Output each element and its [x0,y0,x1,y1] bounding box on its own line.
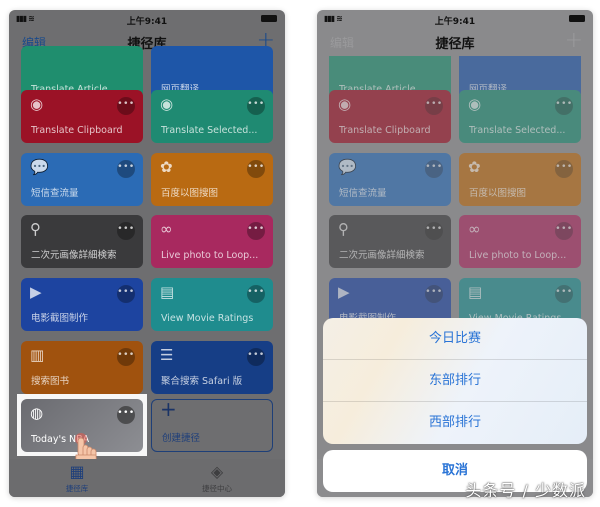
shortcut-label: 聚合搜索 Safari 版 [161,376,243,387]
gear-icon: ✿ [160,158,173,176]
tab-gallery[interactable]: ◈ 捷径中心 [177,463,257,494]
shortcut-label: Translate Selected... [469,125,566,136]
book-icon: ▥ [30,346,45,364]
shortcut-label: 短信查流量 [339,188,387,199]
status-bar: ▮▮▮ ≋ 上午9:41 [317,10,593,28]
tab-bar: ▦ 捷径库 ◈ 捷径中心 [9,459,285,497]
basketball-icon: ◍ [30,404,44,422]
more-button[interactable]: ••• [425,285,443,303]
shortcut-card[interactable]: 💬 ••• 短信查流量 [21,153,143,206]
add-shortcut-button: + [564,28,583,53]
more-button[interactable]: ••• [247,285,265,303]
film-icon: ▤ [468,283,483,301]
globe-icon: ◉ [338,95,352,113]
more-button[interactable]: ••• [117,348,135,366]
more-button[interactable]: ••• [117,285,135,303]
chat-bubble-icon: 💬 [338,158,357,176]
shortcut-label: Translate Clipboard [339,125,431,136]
more-button[interactable]: ••• [555,160,573,178]
tab-label: 捷径库 [65,484,89,493]
shortcut-label: Translate Clipboard [31,125,123,136]
status-bar: ▮▮▮ ≋ 上午9:41 [9,10,285,28]
infinity-icon: ∞ [160,220,173,238]
list-icon: ☰ [160,346,174,364]
shortcut-label: Translate Selected... [161,125,258,136]
magnifier-icon: ⚲ [338,220,349,238]
action-east-standings[interactable]: 东部排行 [323,360,587,402]
shortcut-card[interactable]: ◉ ••• Translate Clipboard [329,90,451,143]
status-time: 上午9:41 [434,17,476,27]
shortcut-label: 百度以图搜图 [469,188,527,199]
shortcut-label: 短信查流量 [31,188,79,199]
shortcut-card[interactable]: ∞ ••• Live photo to Loop... [151,215,273,268]
film-icon: ▤ [160,283,175,301]
shortcut-label: Live photo to Loop... [469,250,567,261]
shortcut-card[interactable]: ✿ ••• 百度以图搜图 [459,153,581,206]
play-icon: ▶ [338,283,350,301]
shortcut-card[interactable]: ⚲ ••• 二次元画像詳細検索 [329,215,451,268]
more-button[interactable]: ••• [555,222,573,240]
more-button[interactable]: ••• [247,160,265,178]
more-button[interactable]: ••• [117,406,135,424]
chat-bubble-icon: 💬 [30,158,49,176]
more-button[interactable]: ••• [117,97,135,115]
phone-screen-right: ▮▮▮ ≋ 上午9:41 编辑 捷径库 + Translate Article网… [317,10,593,497]
battery-icon [569,15,585,22]
status-time: 上午9:41 [126,17,168,27]
shortcut-label: Live photo to Loop... [161,250,259,261]
magnifier-icon: ⚲ [30,220,41,238]
more-button[interactable]: ••• [425,97,443,115]
create-shortcut-card[interactable]: + 创建捷径 [151,399,273,452]
more-button[interactable]: ••• [555,285,573,303]
shortcut-label: 电影截图制作 [31,313,89,324]
shortcut-card[interactable]: ✿ ••• 百度以图搜图 [151,153,273,206]
shortcut-card[interactable]: ▶ ••• 电影截图制作 [21,278,143,331]
nav-bar: 编辑 捷径库 + [317,28,593,56]
shortcut-label: View Movie Ratings [161,313,254,324]
shortcut-label: 二次元画像詳細検索 [339,250,425,261]
shortcut-card[interactable]: ⚲ ••• 二次元画像詳細検索 [21,215,143,268]
shortcut-card[interactable]: ◉ ••• Translate Clipboard [21,90,143,143]
create-shortcut-label: 创建捷径 [162,433,201,444]
action-todays-games[interactable]: 今日比赛 [323,318,587,360]
more-button[interactable]: ••• [247,222,265,240]
shortcut-card[interactable]: 💬 ••• 短信查流量 [329,153,451,206]
shortcut-card[interactable]: ∞ ••• Live photo to Loop... [459,215,581,268]
plus-icon: + [160,397,177,421]
globe-icon: ◉ [468,95,482,113]
globe-icon: ◉ [160,95,174,113]
tab-library[interactable]: ▦ 捷径库 [37,463,117,494]
shortcut-card[interactable]: ▤ ••• View Movie Ratings [151,278,273,331]
shortcut-card[interactable]: ◉ ••• Translate Selected... [151,90,273,143]
more-button[interactable]: ••• [117,160,135,178]
more-button[interactable]: ••• [555,97,573,115]
action-sheet: 今日比赛 东部排行 西部排行 [323,318,587,444]
more-button[interactable]: ••• [117,222,135,240]
shortcut-label: 百度以图搜图 [161,188,219,199]
globe-icon: ◉ [30,95,44,113]
battery-icon [261,15,277,22]
watermark: 头条号 / 少数派 [465,481,586,500]
phone-screen-left: ▮▮▮ ≋ 上午9:41 编辑 捷径库 + Translate Article网… [9,10,285,497]
tab-label: 捷径中心 [202,484,232,493]
layers-icon: ◈ [210,462,224,481]
page-title: 捷径库 [435,37,475,52]
more-button[interactable]: ••• [425,160,443,178]
shortcut-label: 二次元画像詳細検索 [31,250,117,261]
gear-icon: ✿ [468,158,481,176]
play-icon: ▶ [30,283,42,301]
shortcut-label: 搜索图书 [31,376,70,387]
grid-icon: ▦ [69,462,85,481]
more-button[interactable]: ••• [247,97,265,115]
more-button[interactable]: ••• [247,348,265,366]
shortcut-card[interactable]: ▥ ••• 搜索图书 [21,341,143,394]
more-button[interactable]: ••• [425,222,443,240]
infinity-icon: ∞ [468,220,481,238]
action-west-standings[interactable]: 西部排行 [323,402,587,444]
shortcut-card[interactable]: ◉ ••• Translate Selected... [459,90,581,143]
shortcut-card[interactable]: ☰ ••• 聚合搜索 Safari 版 [151,341,273,394]
